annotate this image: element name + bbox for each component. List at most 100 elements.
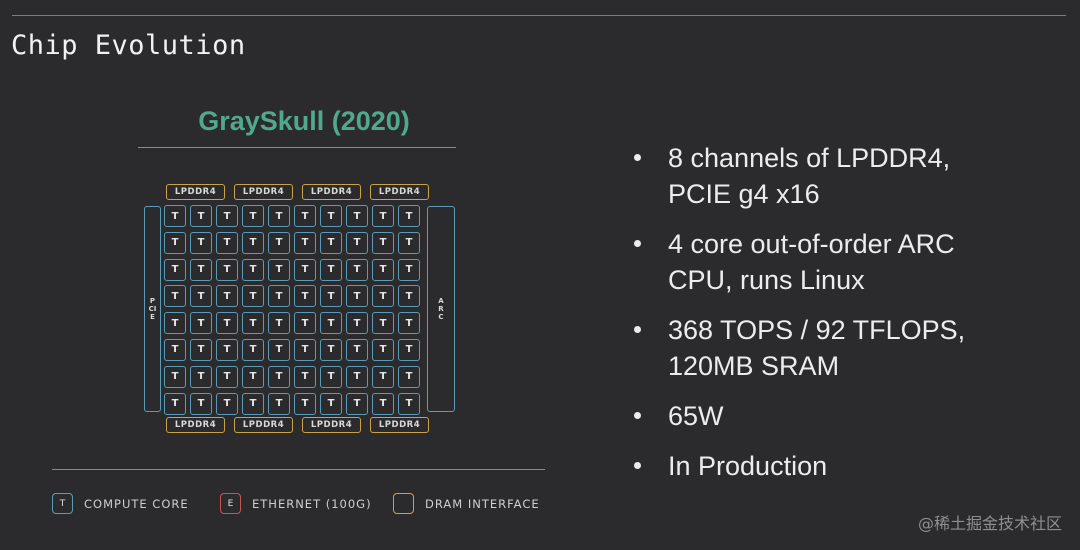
compute-core: T — [242, 258, 264, 281]
compute-core: T — [164, 231, 186, 254]
compute-core: T — [346, 285, 368, 308]
compute-core: T — [164, 338, 186, 361]
compute-core: T — [268, 231, 290, 254]
spec-bullet: 8 channels of LPDDR4, PCIE g4 x16 — [630, 140, 1008, 212]
legend-compute-core: T COMPUTE CORE — [52, 493, 189, 514]
compute-core: T — [268, 312, 290, 335]
spec-bullet: In Production — [630, 448, 1008, 484]
compute-core: T — [346, 312, 368, 335]
compute-core: T — [346, 205, 368, 227]
compute-core: T — [216, 285, 238, 308]
compute-core: T — [190, 231, 212, 254]
chip-title-divider — [138, 147, 456, 148]
compute-core: T — [294, 365, 316, 388]
compute-core: T — [398, 285, 420, 308]
compute-core: T — [320, 338, 342, 361]
compute-core: T — [268, 338, 290, 361]
compute-core: T — [268, 285, 290, 308]
legend-label: COMPUTE CORE — [84, 496, 189, 511]
compute-core: T — [190, 365, 212, 388]
compute-core: T — [268, 392, 290, 415]
compute-core: T — [164, 205, 186, 227]
compute-core: T — [190, 205, 212, 227]
compute-core: T — [372, 365, 394, 388]
dram-interface-block: LPDDR4 — [370, 417, 429, 433]
compute-core: T — [294, 392, 316, 415]
compute-core: T — [320, 312, 342, 335]
compute-core: T — [216, 258, 238, 281]
compute-core: T — [346, 231, 368, 254]
compute-core: T — [190, 392, 212, 415]
compute-core: T — [346, 338, 368, 361]
compute-core: T — [398, 338, 420, 361]
compute-core: T — [294, 312, 316, 335]
compute-core: T — [294, 338, 316, 361]
compute-core: T — [372, 205, 394, 227]
compute-core: T — [346, 392, 368, 415]
legend-label: DRAM INTERFACE — [425, 496, 540, 511]
arc-cpu-block: ARC — [427, 206, 455, 412]
bullet-dot-icon — [634, 412, 641, 419]
compute-core: T — [372, 258, 394, 281]
spec-bullet: 4 core out-of-order ARC CPU, runs Linux — [630, 226, 1008, 298]
compute-core: T — [320, 205, 342, 227]
compute-core: T — [216, 231, 238, 254]
arc-label: ARC — [438, 297, 444, 321]
dram-interface-block: LPDDR4 — [302, 417, 361, 433]
dram-interface-block: LPDDR4 — [234, 417, 293, 433]
pcie-label: PCIE — [148, 297, 157, 321]
compute-core: T — [190, 312, 212, 335]
compute-core: T — [242, 205, 264, 227]
bullet-dot-icon — [634, 240, 641, 247]
chip-title: GraySkull (2020) — [198, 106, 410, 136]
compute-core: T — [164, 392, 186, 415]
legend-dram-interface: DRAM INTERFACE — [393, 493, 540, 514]
spec-bullet: 65W — [630, 398, 1008, 434]
bullet-dot-icon — [634, 326, 641, 333]
dram-row-top: LPDDR4 LPDDR4 LPDDR4 LPDDR4 — [166, 184, 429, 200]
spec-bullet-text: In Production — [668, 451, 828, 481]
compute-core: T — [216, 205, 238, 227]
spec-bullet-text: 65W — [668, 401, 724, 431]
compute-core: T — [268, 205, 290, 227]
compute-core: T — [398, 231, 420, 254]
bullet-dot-icon — [634, 154, 641, 161]
compute-core: T — [320, 285, 342, 308]
dram-interface-swatch — [393, 493, 414, 514]
spec-bullet-text: 368 TOPS / 92 TFLOPS, 120MB SRAM — [668, 315, 966, 381]
compute-core: T — [372, 285, 394, 308]
compute-core: T — [190, 285, 212, 308]
compute-core: T — [372, 392, 394, 415]
compute-core: T — [398, 392, 420, 415]
top-divider — [12, 15, 1066, 16]
compute-core: T — [398, 258, 420, 281]
legend-divider — [52, 469, 545, 470]
dram-row-bottom: LPDDR4 LPDDR4 LPDDR4 LPDDR4 — [166, 417, 429, 433]
compute-core: T — [190, 258, 212, 281]
compute-core: T — [242, 231, 264, 254]
compute-core: T — [372, 231, 394, 254]
compute-core: T — [164, 258, 186, 281]
compute-core: T — [242, 285, 264, 308]
spec-bullet-text: 8 channels of LPDDR4, PCIE g4 x16 — [668, 143, 951, 209]
pcie-interface-block: PCIE — [144, 206, 161, 412]
compute-core-swatch: T — [52, 493, 73, 514]
compute-core: T — [242, 338, 264, 361]
legend-ethernet: E ETHERNET (100G) — [220, 493, 372, 514]
compute-core: T — [346, 258, 368, 281]
compute-core: T — [190, 338, 212, 361]
dram-interface-block: LPDDR4 — [370, 184, 429, 200]
slide-title: Chip Evolution — [11, 30, 246, 61]
compute-core: T — [294, 231, 316, 254]
watermark: @稀土掘金技术社区 — [917, 514, 1062, 533]
spec-bullet-text: 4 core out-of-order ARC CPU, runs Linux — [668, 229, 955, 295]
compute-core: T — [294, 205, 316, 227]
compute-core: T — [398, 205, 420, 227]
compute-core: T — [164, 365, 186, 388]
bullet-dot-icon — [634, 462, 641, 469]
compute-core: T — [216, 392, 238, 415]
compute-core: T — [242, 392, 264, 415]
compute-core-grid: TTTTTTTTTTTTTTTTTTTTTTTTTTTTTTTTTTTTTTTT… — [164, 205, 420, 415]
compute-core: T — [294, 258, 316, 281]
compute-core: T — [216, 312, 238, 335]
